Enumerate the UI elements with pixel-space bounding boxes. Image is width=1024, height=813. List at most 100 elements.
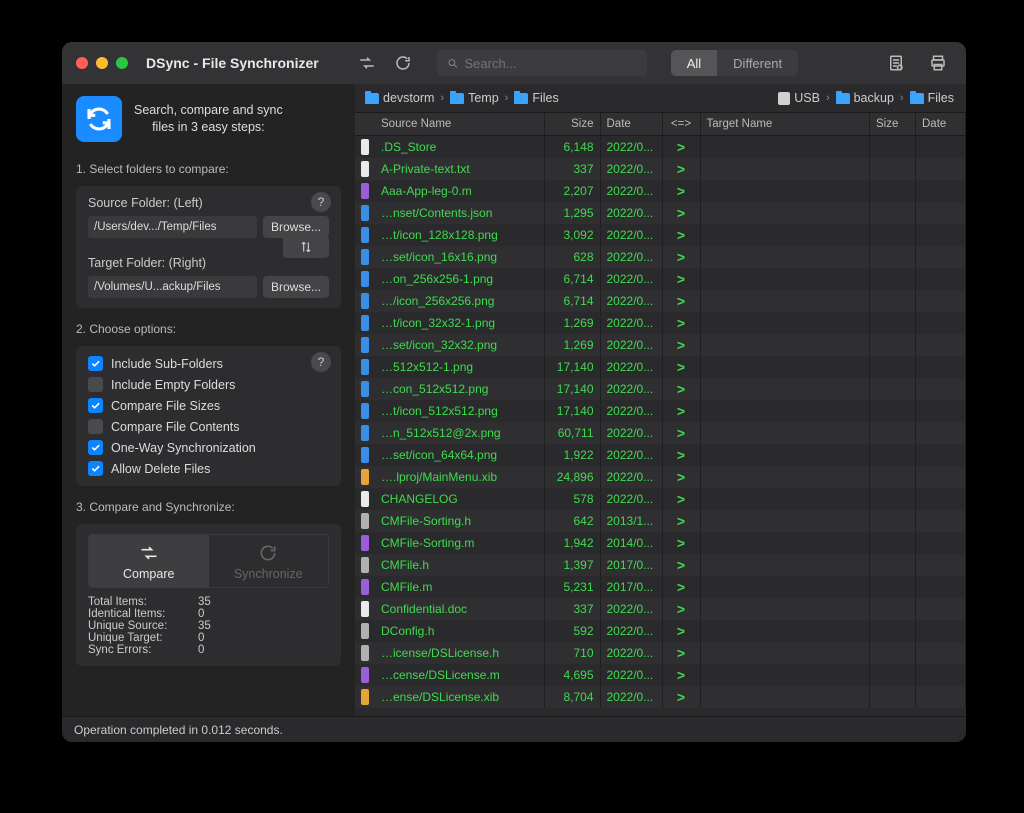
table-row[interactable]: Confidential.doc3372022/0...> — [355, 598, 966, 620]
col-source-name[interactable]: Source Name — [375, 113, 545, 135]
table-row[interactable]: …t/icon_512x512.png17,1402022/0...> — [355, 400, 966, 422]
file-icon — [361, 293, 369, 309]
cell-size: 24,896 — [545, 466, 601, 488]
actions-panel: Compare Synchronize Total Items:35 Ident… — [76, 524, 341, 666]
cell-name: Aaa-App-leg-0.m — [375, 180, 545, 202]
col-target-size[interactable]: Size — [870, 113, 916, 135]
target-path-input[interactable] — [88, 276, 257, 298]
option-2[interactable]: Compare File Sizes — [88, 398, 309, 413]
table-row[interactable]: CMFile-Sorting.h6422013/1...> — [355, 510, 966, 532]
cell-size: 642 — [545, 510, 601, 532]
search-input[interactable] — [465, 56, 637, 71]
table-headers[interactable]: Source Name Size Date <=> Target Name Si… — [355, 112, 966, 136]
col-size[interactable]: Size — [545, 113, 601, 135]
help-options-button[interactable]: ? — [311, 352, 331, 372]
table-row[interactable]: …on_256x256-1.png6,7142022/0...> — [355, 268, 966, 290]
table-row[interactable]: …/icon_256x256.png6,7142022/0...> — [355, 290, 966, 312]
cell-date: 2022/0... — [601, 444, 663, 466]
option-3[interactable]: Compare File Contents — [88, 419, 309, 434]
option-4[interactable]: One-Way Synchronization — [88, 440, 309, 455]
sidebar: Search, compare and sync files in 3 easy… — [62, 84, 355, 716]
table-row[interactable]: …set/icon_64x64.png1,9222022/0...> — [355, 444, 966, 466]
compare-toolbar-button[interactable] — [353, 50, 381, 76]
options-panel: ? Include Sub-Folders Include Empty Folde… — [76, 346, 341, 486]
filter-different[interactable]: Different — [717, 50, 798, 76]
help-folders-button[interactable]: ? — [311, 192, 331, 212]
intro-line2: files in 3 easy steps: — [134, 119, 283, 137]
cell-size: 4,695 — [545, 664, 601, 686]
filter-all[interactable]: All — [671, 50, 717, 76]
table-row[interactable]: A-Private-text.txt3372022/0...> — [355, 158, 966, 180]
print-button[interactable] — [924, 50, 952, 76]
table-row[interactable]: …512x512-1.png17,1402022/0...> — [355, 356, 966, 378]
cell-name: …on_256x256-1.png — [375, 268, 545, 290]
zoom-window-button[interactable] — [116, 57, 128, 69]
table-row[interactable]: CHANGELOG5782022/0...> — [355, 488, 966, 510]
table-row[interactable]: CMFile.m5,2312017/0...> — [355, 576, 966, 598]
source-path-input[interactable] — [88, 216, 257, 238]
report-button[interactable] — [882, 50, 910, 76]
minimize-window-button[interactable] — [96, 57, 108, 69]
table-row[interactable]: DConfig.h5922022/0...> — [355, 620, 966, 642]
cell-name: …nset/Contents.json — [375, 202, 545, 224]
target-folder-label: Target Folder: (Right) — [88, 256, 329, 270]
file-table[interactable]: .DS_Store6,1482022/0...>A-Private-text.t… — [355, 136, 966, 716]
disk-icon — [778, 92, 790, 105]
cell-direction: > — [663, 378, 701, 400]
sync-toolbar-button[interactable] — [389, 50, 417, 76]
cell-size: 6,148 — [545, 136, 601, 158]
table-row[interactable]: CMFile-Sorting.m1,9422014/0...> — [355, 532, 966, 554]
cell-target-date — [916, 290, 966, 312]
option-0[interactable]: Include Sub-Folders — [88, 356, 309, 371]
cell-target-name — [701, 686, 871, 708]
cell-target-date — [916, 356, 966, 378]
cell-target-name — [701, 158, 871, 180]
table-row[interactable]: …set/icon_16x16.png6282022/0...> — [355, 246, 966, 268]
cell-target-size — [870, 488, 916, 510]
cell-size: 6,714 — [545, 268, 601, 290]
file-icon — [361, 315, 369, 331]
browse-target-button[interactable]: Browse... — [263, 276, 329, 298]
cell-date: 2022/0... — [601, 378, 663, 400]
table-row[interactable]: …t/icon_32x32-1.png1,2692022/0...> — [355, 312, 966, 334]
cell-size: 578 — [545, 488, 601, 510]
cell-target-name — [701, 576, 871, 598]
breadcrumb-right[interactable]: USB› backup› Files — [778, 91, 966, 105]
cell-date: 2017/0... — [601, 554, 663, 576]
synchronize-button[interactable]: Synchronize — [209, 535, 329, 587]
cell-target-size — [870, 180, 916, 202]
table-row[interactable]: …t/icon_128x128.png3,0922022/0...> — [355, 224, 966, 246]
option-1[interactable]: Include Empty Folders — [88, 377, 309, 392]
cell-target-date — [916, 334, 966, 356]
file-icon — [361, 381, 369, 397]
table-row[interactable]: ….lproj/MainMenu.xib24,8962022/0...> — [355, 466, 966, 488]
table-row[interactable]: CMFile.h1,3972017/0...> — [355, 554, 966, 576]
cell-name: …icense/DSLicense.h — [375, 642, 545, 664]
cell-target-size — [870, 554, 916, 576]
table-row[interactable]: …icense/DSLicense.h7102022/0...> — [355, 642, 966, 664]
file-icon — [361, 227, 369, 243]
cell-target-date — [916, 246, 966, 268]
swap-folders-button[interactable] — [283, 236, 329, 258]
table-row[interactable]: .DS_Store6,1482022/0...> — [355, 136, 966, 158]
browse-source-button[interactable]: Browse... — [263, 216, 329, 238]
table-row[interactable]: …ense/DSLicense.xib8,7042022/0...> — [355, 686, 966, 708]
file-icon — [361, 645, 369, 661]
close-window-button[interactable] — [76, 57, 88, 69]
table-row[interactable]: Aaa-App-leg-0.m2,2072022/0...> — [355, 180, 966, 202]
cell-target-size — [870, 312, 916, 334]
breadcrumb-left[interactable]: devstorm› Temp› Files — [365, 91, 559, 105]
col-date[interactable]: Date — [601, 113, 663, 135]
table-row[interactable]: …cense/DSLicense.m4,6952022/0...> — [355, 664, 966, 686]
col-direction[interactable]: <=> — [663, 113, 701, 135]
table-row[interactable]: …set/icon_32x32.png1,2692022/0...> — [355, 334, 966, 356]
col-target-name[interactable]: Target Name — [701, 113, 871, 135]
cell-target-size — [870, 334, 916, 356]
table-row[interactable]: …nset/Contents.json1,2952022/0...> — [355, 202, 966, 224]
compare-button[interactable]: Compare — [89, 535, 209, 587]
col-target-date[interactable]: Date — [916, 113, 966, 135]
option-5[interactable]: Allow Delete Files — [88, 461, 309, 476]
table-row[interactable]: …con_512x512.png17,1402022/0...> — [355, 378, 966, 400]
search-box[interactable] — [437, 50, 647, 76]
table-row[interactable]: …n_512x512@2x.png60,7112022/0...> — [355, 422, 966, 444]
